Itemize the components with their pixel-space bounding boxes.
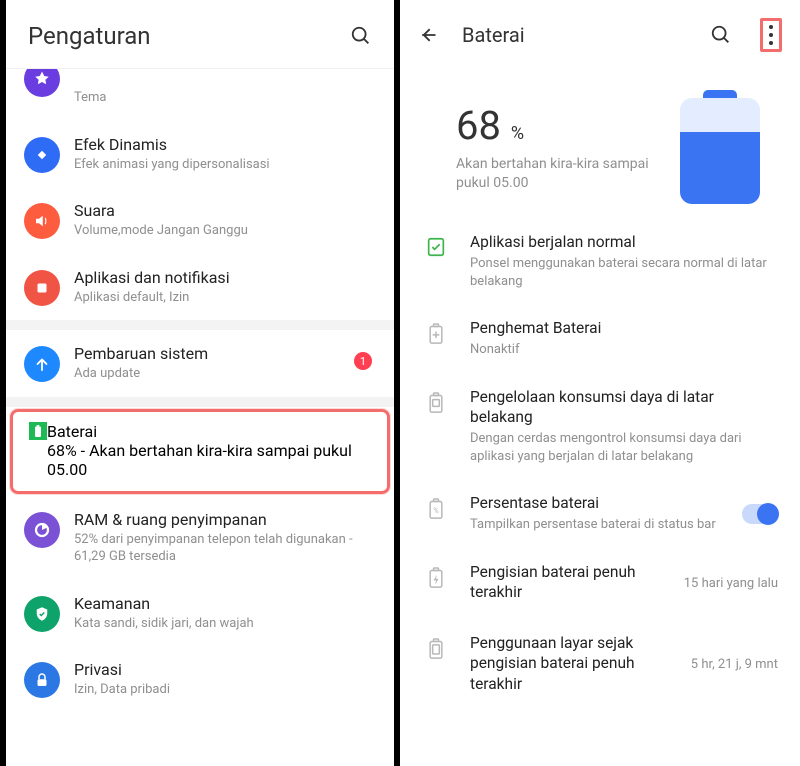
item-value: 15 hari yang lalu <box>684 576 778 591</box>
storage-icon <box>24 512 60 548</box>
item-subtitle: Tampilkan persentase baterai di status b… <box>470 516 734 534</box>
battery-plus-icon <box>422 322 450 346</box>
dynamic-icon <box>24 137 60 173</box>
settings-item-ram[interactable]: RAM & ruang penyimpanan 52% dari penyimp… <box>6 496 394 580</box>
item-title: Pembaruan sistem <box>74 344 366 363</box>
section-gap <box>6 397 394 407</box>
security-icon <box>24 596 60 632</box>
highlight-more-menu <box>760 18 782 52</box>
item-subtitle: Ada update <box>74 365 366 383</box>
battery-screen-icon <box>422 637 450 661</box>
item-subtitle: Izin, Data pribadi <box>74 681 366 699</box>
settings-item-baterai[interactable]: Baterai 68% - Akan bertahan kira-kira sa… <box>29 422 371 479</box>
apps-icon <box>24 270 60 306</box>
settings-item-pembaruan[interactable]: Pembaruan sistem Ada update 1 <box>6 330 394 397</box>
battery-item-penghemat[interactable]: Penghemat Baterai Nonaktif <box>400 304 800 373</box>
search-icon[interactable] <box>350 25 372 47</box>
item-title: Privasi <box>74 660 366 679</box>
page-title: Baterai <box>462 23 692 47</box>
battery-percent-icon: % <box>422 497 450 521</box>
percent-toggle[interactable] <box>742 504 778 524</box>
settings-item-tema[interactable]: Tema <box>6 69 394 121</box>
checklist-icon <box>422 236 450 258</box>
item-title: Keamanan <box>74 594 366 613</box>
theme-icon <box>24 69 60 97</box>
section-gap <box>6 320 394 330</box>
highlight-baterai: Baterai 68% - Akan bertahan kira-kira sa… <box>10 409 390 494</box>
settings-item-suara[interactable]: Suara Volume,mode Jangan Ganggu <box>6 187 394 254</box>
search-icon[interactable] <box>710 24 732 46</box>
sound-icon <box>24 203 60 239</box>
battery-subtitle: Akan bertahan kira-kira sampai pukul 05.… <box>456 155 680 193</box>
settings-item-efek[interactable]: Efek Dinamis Efek animasi yang dipersona… <box>6 121 394 188</box>
battery-item-app-normal[interactable]: Aplikasi berjalan normal Ponsel mengguna… <box>400 218 800 304</box>
settings-item-keamanan[interactable]: Keamanan Kata sandi, sidik jari, dan waj… <box>6 580 394 647</box>
item-title: RAM & ruang penyimpanan <box>74 510 366 529</box>
battery-status-block: 68 % Akan bertahan kira-kira sampai puku… <box>400 66 800 218</box>
battery-graphic-icon <box>680 90 760 204</box>
battery-header: Baterai <box>400 0 800 66</box>
settings-screen: Pengaturan Tema Efek Dinamis Efek animas… <box>0 0 400 766</box>
item-title: Persentase baterai <box>470 493 734 513</box>
battery-percent: 68 % <box>456 102 680 149</box>
page-title: Pengaturan <box>28 22 151 50</box>
item-title: Pengelolaan konsumsi daya di latar belak… <box>470 387 778 427</box>
item-title: Penggunaan layar sejak pengisian baterai… <box>470 633 683 693</box>
item-subtitle: Aplikasi default, Izin <box>74 289 366 307</box>
item-subtitle: Tema <box>74 89 366 107</box>
back-icon[interactable] <box>418 25 438 45</box>
svg-text:%: % <box>433 506 439 515</box>
more-icon[interactable] <box>769 25 773 45</box>
battery-charge-icon <box>422 566 450 590</box>
item-title: Pengisian baterai penuh terakhir <box>470 562 676 602</box>
update-icon <box>24 346 60 382</box>
battery-manage-icon <box>422 391 450 415</box>
item-subtitle: Nonaktif <box>470 341 778 359</box>
battery-item-persentase[interactable]: % Persentase baterai Tampilkan persentas… <box>400 479 800 548</box>
battery-screen: Baterai 68 % Akan bertahan kira-kira sam… <box>400 0 800 766</box>
item-title: Baterai <box>47 422 371 441</box>
item-subtitle: Volume,mode Jangan Ganggu <box>74 222 366 240</box>
battery-item-pengelolaan[interactable]: Pengelolaan konsumsi daya di latar belak… <box>400 373 800 479</box>
battery-icon <box>29 422 47 440</box>
item-subtitle: Efek animasi yang dipersonalisasi <box>74 156 366 174</box>
item-title: Penghemat Baterai <box>470 318 778 338</box>
item-subtitle: 52% dari penyimpanan telepon telah digun… <box>74 531 366 566</box>
settings-header: Pengaturan <box>6 0 394 68</box>
item-title: Efek Dinamis <box>74 135 366 154</box>
item-title: Aplikasi dan notifikasi <box>74 268 366 287</box>
battery-item-pengisian[interactable]: Pengisian baterai penuh terakhir 15 hari… <box>400 548 800 619</box>
item-subtitle: 68% - Akan bertahan kira-kira sampai puk… <box>47 441 371 479</box>
battery-item-layar[interactable]: Penggunaan layar sejak pengisian baterai… <box>400 619 800 710</box>
item-title: Aplikasi berjalan normal <box>470 232 778 252</box>
item-value: 5 hr, 21 j, 9 mnt <box>691 657 778 672</box>
settings-item-privasi[interactable]: Privasi Izin, Data pribadi <box>6 646 394 713</box>
item-title: Suara <box>74 201 366 220</box>
item-subtitle: Kata sandi, sidik jari, dan wajah <box>74 615 366 633</box>
item-subtitle: Ponsel menggunakan baterai secara normal… <box>470 255 778 290</box>
item-subtitle: Dengan cerdas mengontrol konsumsi daya d… <box>470 430 778 465</box>
settings-item-aplikasi[interactable]: Aplikasi dan notifikasi Aplikasi default… <box>6 254 394 321</box>
privacy-icon <box>24 662 60 698</box>
